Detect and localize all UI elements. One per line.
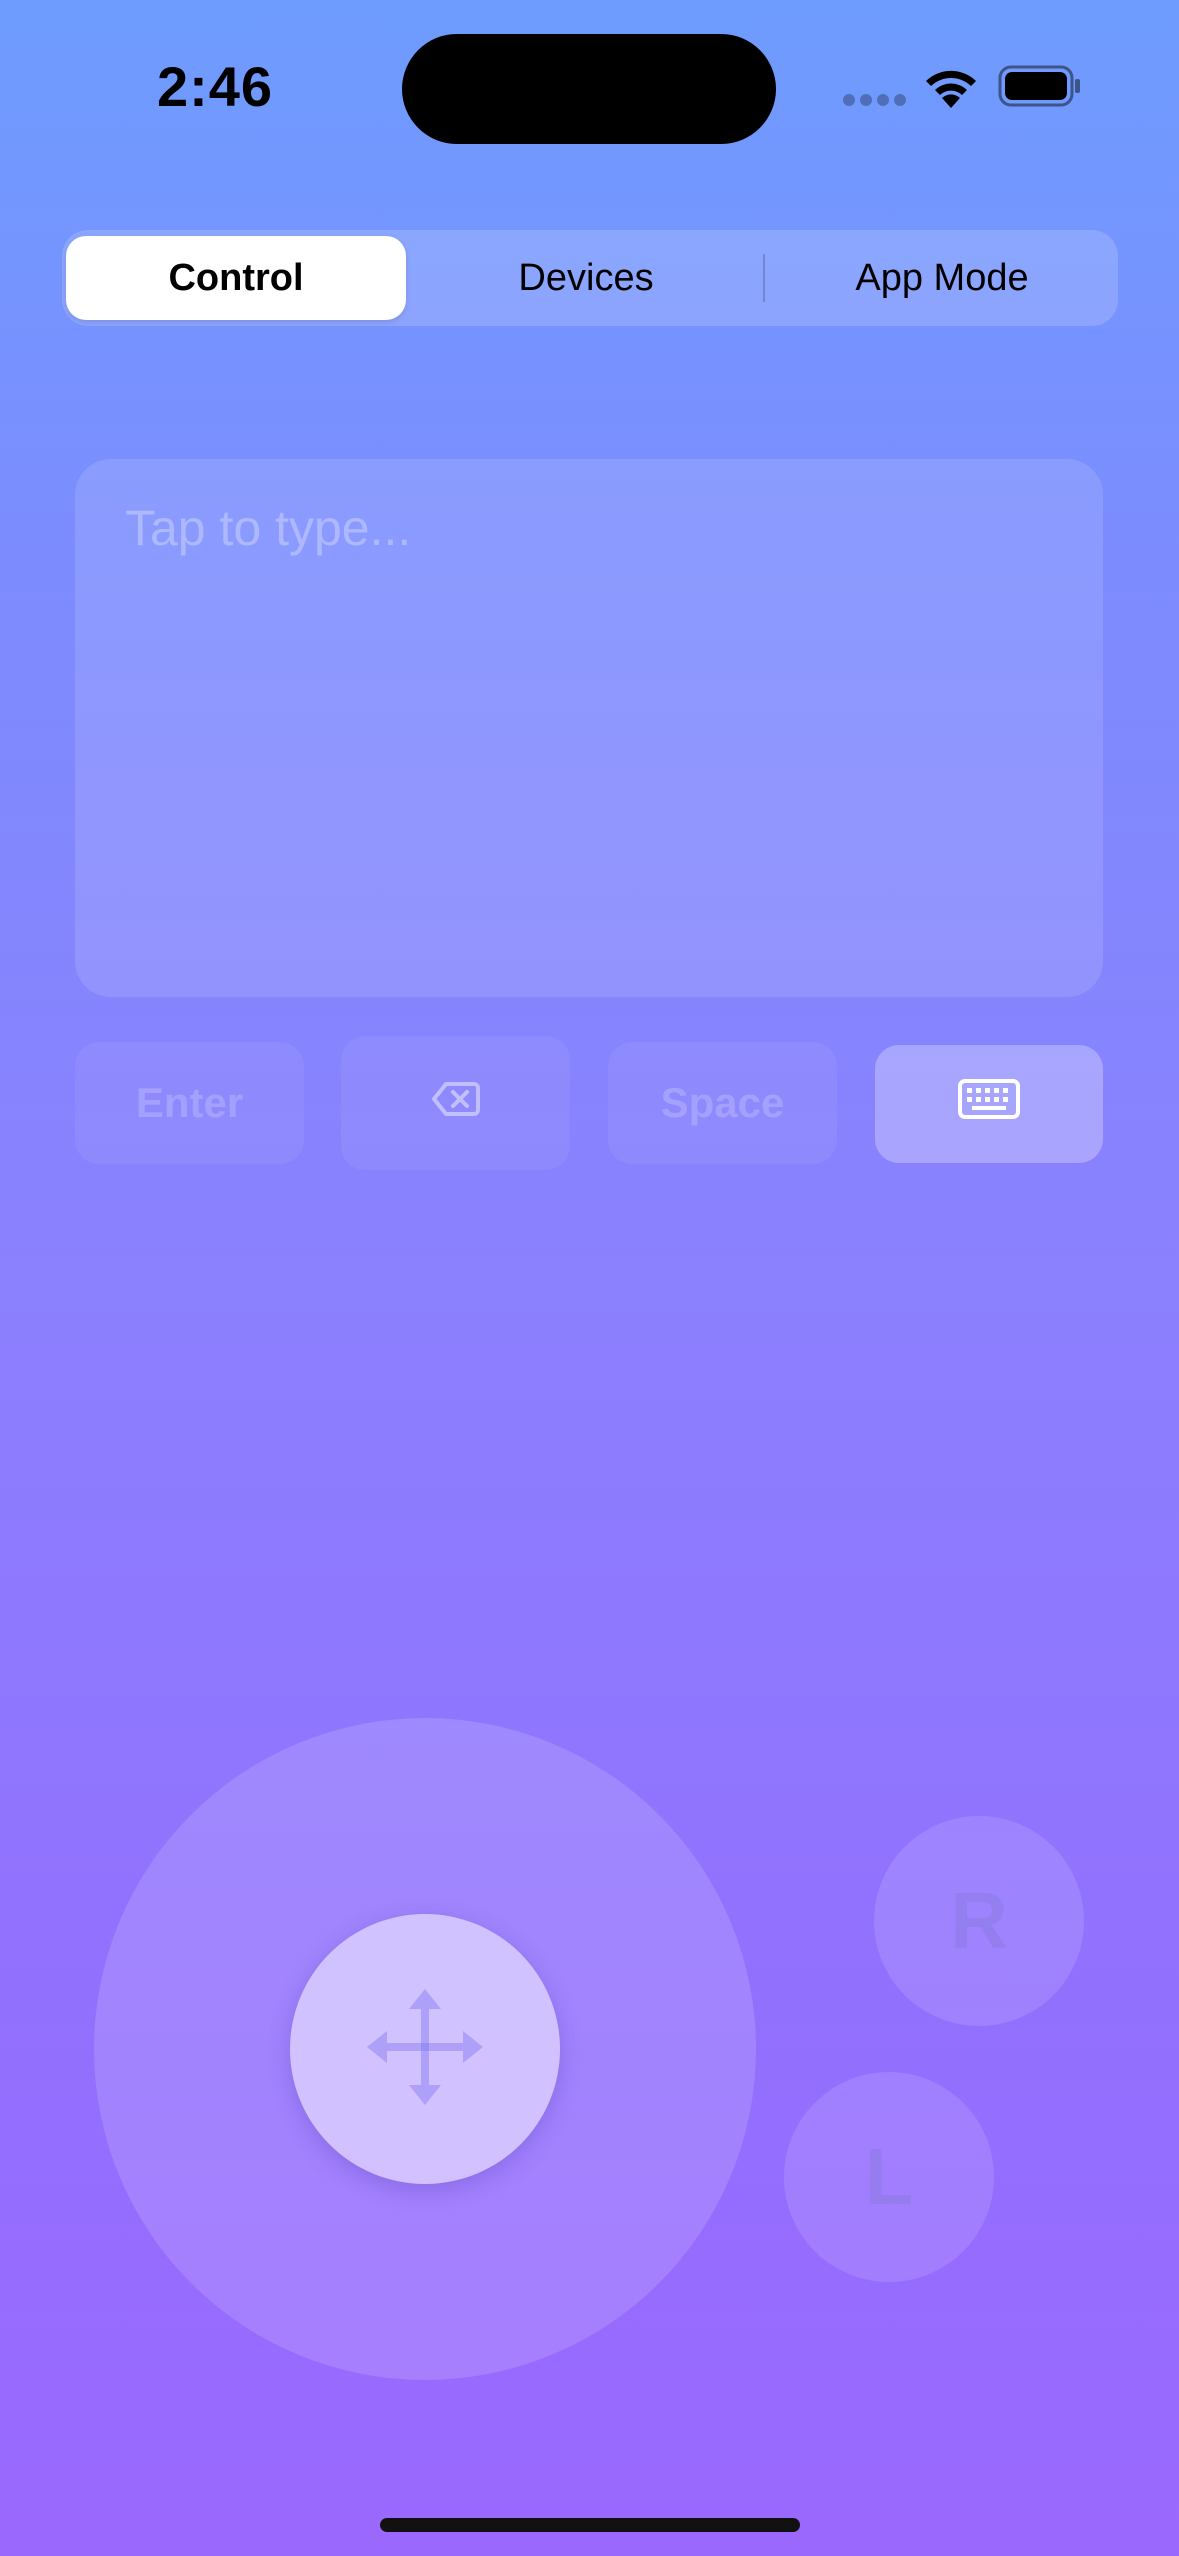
keyboard-icon bbox=[958, 1079, 1020, 1129]
text-input-area[interactable]: Tap to type... bbox=[75, 459, 1103, 997]
keyboard-toggle-button[interactable] bbox=[875, 1045, 1103, 1163]
battery-icon bbox=[998, 64, 1082, 108]
enter-button[interactable]: Enter bbox=[75, 1042, 304, 1164]
status-time: 2:46 bbox=[156, 55, 274, 118]
tab-control[interactable]: Control bbox=[66, 236, 406, 320]
space-button[interactable]: Space bbox=[608, 1042, 837, 1164]
delete-backward-icon bbox=[431, 1079, 480, 1127]
left-click-button[interactable]: L bbox=[784, 2072, 994, 2282]
tab-devices[interactable]: Devices bbox=[418, 236, 754, 320]
segment-divider bbox=[763, 254, 765, 302]
cellular-dots-icon bbox=[843, 94, 907, 106]
right-click-button[interactable]: R bbox=[874, 1816, 1084, 2026]
text-input-placeholder: Tap to type... bbox=[125, 500, 412, 556]
move-arrows-icon bbox=[365, 1987, 485, 2112]
tab-app-mode[interactable]: App Mode bbox=[772, 236, 1112, 320]
wifi-icon bbox=[920, 64, 982, 110]
joystick-knob[interactable] bbox=[290, 1914, 560, 2184]
home-indicator[interactable] bbox=[380, 2518, 800, 2532]
mode-segmented-control: Control Devices App Mode bbox=[62, 230, 1118, 326]
delete-button[interactable] bbox=[341, 1036, 570, 1170]
dynamic-island bbox=[402, 34, 776, 144]
